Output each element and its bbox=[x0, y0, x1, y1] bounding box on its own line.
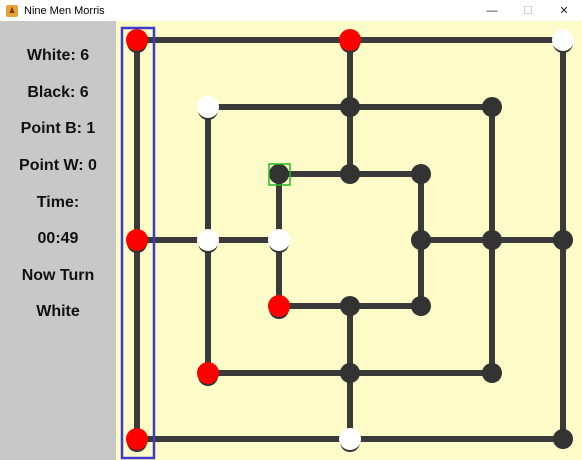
board-canvas[interactable] bbox=[116, 21, 582, 460]
black-piece-d3[interactable] bbox=[340, 296, 360, 316]
maximize-button: ☐ bbox=[510, 0, 546, 21]
point-w-label: Point W: 0 bbox=[19, 157, 97, 174]
black-piece-f2[interactable] bbox=[482, 363, 502, 383]
close-button[interactable]: ✕ bbox=[546, 0, 582, 21]
red-piece-d7[interactable] bbox=[339, 29, 361, 51]
black-piece-g1[interactable] bbox=[553, 429, 573, 449]
white-piece-c4[interactable] bbox=[268, 229, 290, 251]
white-piece-g7[interactable] bbox=[552, 29, 574, 51]
red-piece-c3[interactable] bbox=[268, 295, 290, 317]
maximize-icon: ☐ bbox=[523, 5, 533, 17]
game-board[interactable] bbox=[116, 21, 582, 460]
black-count-label: Black: 6 bbox=[27, 84, 89, 101]
white-piece-d1[interactable] bbox=[339, 428, 361, 450]
point-b-label: Point B: 1 bbox=[20, 120, 96, 137]
black-piece-e5[interactable] bbox=[411, 164, 431, 184]
time-label: Time: bbox=[36, 194, 80, 211]
turn-value: White bbox=[36, 303, 80, 320]
game-app-icon: ♟ bbox=[6, 4, 18, 17]
black-piece-d6[interactable] bbox=[340, 97, 360, 117]
minimize-button[interactable]: — bbox=[474, 0, 510, 21]
black-piece-e3[interactable] bbox=[411, 296, 431, 316]
white-piece-b4[interactable] bbox=[197, 229, 219, 251]
red-piece-a1[interactable] bbox=[126, 428, 148, 450]
window-title: Nine Men Morris bbox=[24, 4, 105, 17]
time-value: 00:49 bbox=[37, 230, 79, 247]
black-piece-f4[interactable] bbox=[482, 230, 502, 250]
black-piece-f6[interactable] bbox=[482, 97, 502, 117]
black-piece-d5[interactable] bbox=[340, 164, 360, 184]
close-icon: ✕ bbox=[559, 5, 569, 17]
white-count-label: White: 6 bbox=[26, 47, 90, 64]
red-piece-b2[interactable] bbox=[197, 362, 219, 384]
red-piece-a7[interactable] bbox=[126, 29, 148, 51]
black-piece-g4[interactable] bbox=[553, 230, 573, 250]
title-bar: ♟ Nine Men Morris — ☐ ✕ bbox=[0, 0, 582, 21]
black-piece-d2[interactable] bbox=[340, 363, 360, 383]
black-piece-e4[interactable] bbox=[411, 230, 431, 250]
red-piece-a4[interactable] bbox=[126, 229, 148, 251]
minimize-icon: — bbox=[486, 4, 498, 17]
black-piece-c5[interactable] bbox=[269, 164, 289, 184]
status-panel: White: 6 Black: 6 Point B: 1 Point W: 0 … bbox=[0, 21, 116, 460]
white-piece-b6[interactable] bbox=[197, 96, 219, 118]
turn-label: Now Turn bbox=[21, 267, 95, 284]
